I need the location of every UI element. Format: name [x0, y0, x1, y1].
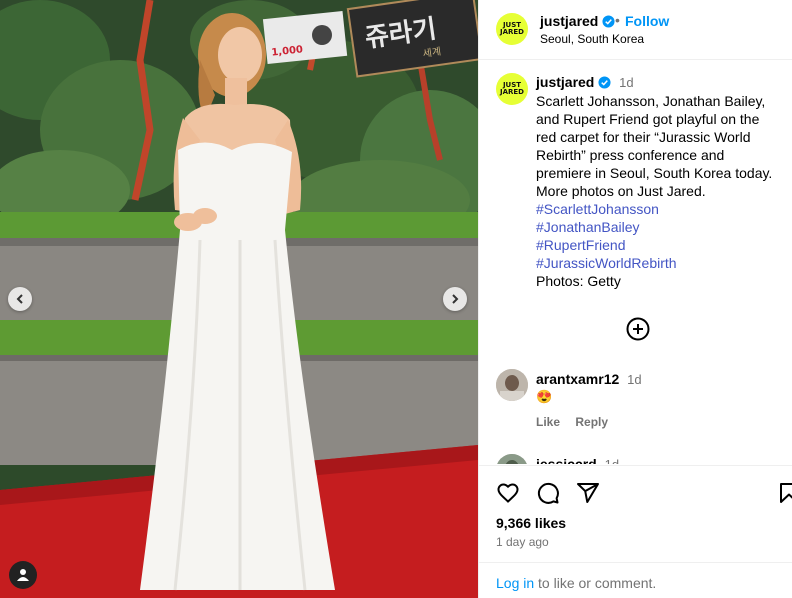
commenter-avatar[interactable]: [496, 454, 528, 464]
post-details-panel: JUST JARED justjared • Follow Seoul, Sou…: [478, 0, 792, 598]
login-prompt-text: to like or comment.: [534, 575, 657, 591]
commenter-username[interactable]: arantxamr12 1d: [536, 371, 642, 387]
commenter-username[interactable]: jessiccrd 1d: [536, 456, 619, 464]
location-link[interactable]: Seoul, South Korea: [540, 32, 644, 46]
add-circle-icon[interactable]: [626, 317, 650, 341]
reply-button[interactable]: Reply: [575, 415, 608, 429]
caption-text: Scarlett Johansson, Jonathan Bailey, and…: [536, 93, 773, 199]
svg-text:세계: 세계: [422, 46, 442, 60]
login-prompt: Log in to like or comment.: [479, 562, 792, 598]
comment-actions: Like Reply: [536, 415, 620, 429]
user-tags-button[interactable]: [9, 561, 37, 589]
like-comment-button[interactable]: Like: [536, 415, 560, 429]
caption-avatar[interactable]: JUST JARED: [496, 73, 528, 105]
verified-badge-icon: [602, 15, 615, 28]
post-photo[interactable]: 쥬라기 세계 1,000: [0, 0, 478, 598]
comments-list[interactable]: arantxamr12 1d 😍 Like Reply jessiccrd 1d: [479, 360, 792, 464]
bookmark-icon[interactable]: [777, 481, 792, 505]
banner: 1,000: [262, 10, 348, 65]
post-header: JUST JARED justjared • Follow Seoul, Sou…: [479, 0, 792, 60]
hashtag-link: #JurassicWorldRebirth: [536, 255, 677, 271]
separator-dot: •: [615, 12, 620, 28]
photo-scene: 쥬라기 세계 1,000: [0, 0, 478, 598]
chevron-left-icon: [16, 294, 23, 304]
chevron-right-icon: [452, 294, 459, 304]
follow-button[interactable]: Follow: [625, 13, 669, 29]
author-username[interactable]: justjared: [540, 13, 615, 29]
login-link[interactable]: Log in: [496, 575, 534, 591]
share-icon[interactable]: [576, 481, 600, 505]
hashtag-link: #JonathanBailey: [536, 219, 640, 235]
commenter-avatar[interactable]: [496, 369, 528, 401]
post-timestamp[interactable]: 1 day ago: [496, 535, 549, 549]
heart-icon[interactable]: [496, 481, 520, 505]
comment-text: 😍: [536, 389, 553, 404]
hashtag-link: #ScarlettJohansson: [536, 201, 659, 217]
user-tag-icon: [17, 569, 29, 581]
caption-username[interactable]: justjared: [536, 74, 594, 90]
caption-body: justjared 1d Scarlett Johansson, Jonatha…: [536, 73, 776, 290]
author-avatar[interactable]: JUST JARED: [496, 13, 528, 45]
likes-count[interactable]: 9,366 likes: [496, 515, 566, 531]
post-footer: 9,366 likes 1 day ago Log in to like or …: [479, 465, 792, 598]
caption-time: 1d: [619, 75, 634, 90]
comment-icon[interactable]: [536, 481, 560, 505]
hashtag-link: #RupertFriend: [536, 237, 626, 253]
verified-badge-icon: [598, 76, 611, 89]
photo-credit: Photos: Getty: [536, 273, 621, 289]
previous-photo-button[interactable]: [8, 287, 32, 311]
next-photo-button[interactable]: [443, 287, 467, 311]
